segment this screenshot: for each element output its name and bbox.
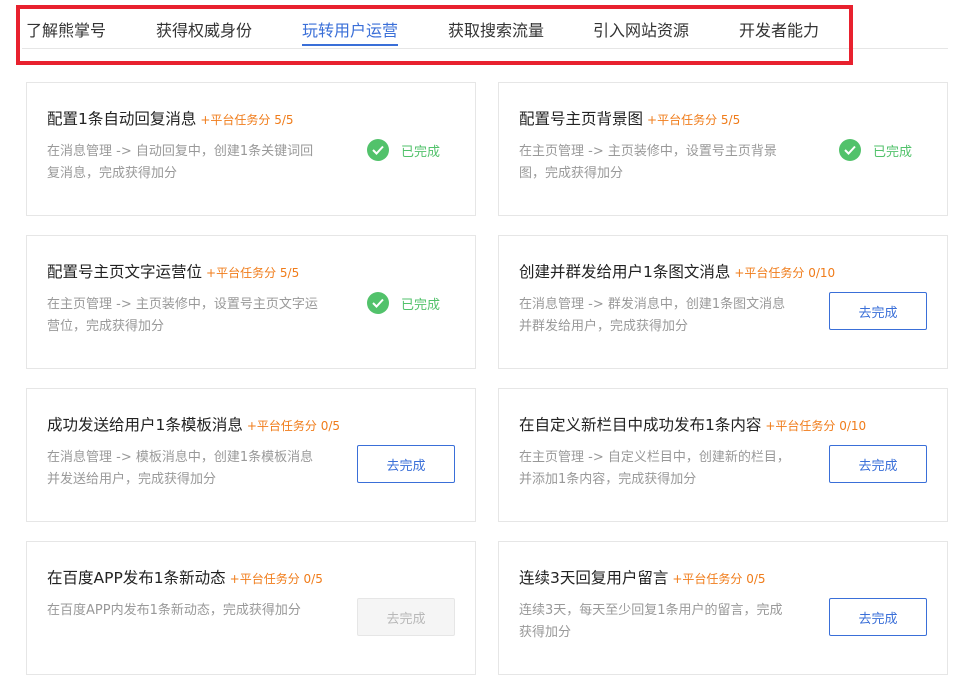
task-points: +平台任务分 0/5 xyxy=(246,419,341,433)
task-title: 配置号主页文字运营位 +平台任务分 5/5 xyxy=(47,263,300,281)
task-status: 已完成 xyxy=(366,138,440,162)
task-title: 创建并群发给用户1条图文消息 +平台任务分 0/10 xyxy=(519,263,836,281)
task-card: 配置号主页背景图 +平台任务分 5/5 在主页管理 -> 主页装修中，设置号主页背… xyxy=(498,82,948,216)
task-title: 在百度APP发布1条新动态 +平台任务分 0/5 xyxy=(47,569,323,587)
task-card: 成功发送给用户1条模板消息 +平台任务分 0/5 在消息管理 -> 模板消息中，创… xyxy=(26,388,476,522)
task-points: +平台任务分 0/10 xyxy=(734,266,836,280)
task-card: 在百度APP发布1条新动态 +平台任务分 0/5 在百度APP内发布1条新动态，完… xyxy=(26,541,476,675)
go-complete-button[interactable]: 去完成 xyxy=(829,292,927,330)
task-description: 在消息管理 -> 自动回复中，创建1条关键词回复消息，完成获得加分 xyxy=(47,144,314,181)
task-points: +平台任务分 5/5 xyxy=(200,113,294,127)
task-title: 成功发送给用户1条模板消息 +平台任务分 0/5 xyxy=(47,416,341,434)
task-title: 连续3天回复用户留言 +平台任务分 0/5 xyxy=(519,569,766,587)
task-points: +平台任务分 0/5 xyxy=(229,572,323,586)
task-points: +平台任务分 0/10 xyxy=(765,419,867,433)
task-status-label: 已完成 xyxy=(872,144,912,160)
tab-bar-highlight-box xyxy=(16,5,853,65)
task-card: 配置号主页文字运营位 +平台任务分 5/5 在主页管理 -> 主页装修中，设置号主… xyxy=(26,235,476,369)
task-status-label: 已完成 xyxy=(400,297,440,313)
task-points: +平台任务分 5/5 xyxy=(206,266,300,280)
go-complete-button-disabled: 去完成 xyxy=(357,598,455,636)
task-description: 在消息管理 -> 模板消息中，创建1条模板消息并发送给用户，完成获得加分 xyxy=(47,450,314,487)
check-circle-icon xyxy=(366,139,389,161)
go-complete-button[interactable]: 去完成 xyxy=(829,445,927,483)
go-complete-button[interactable]: 去完成 xyxy=(357,445,455,483)
task-status: 已完成 xyxy=(838,138,912,162)
task-card: 创建并群发给用户1条图文消息 +平台任务分 0/10 在消息管理 -> 群发消息中… xyxy=(498,235,948,369)
check-circle-icon xyxy=(838,139,861,161)
task-title: 在自定义新栏目中成功发布1条内容 +平台任务分 0/10 xyxy=(519,416,867,434)
task-description: 在百度APP内发布1条新动态，完成获得加分 xyxy=(47,603,301,618)
task-points: +平台任务分 5/5 xyxy=(647,113,741,127)
task-description: 在主页管理 -> 自定义栏目中，创建新的栏目，并添加1条内容，完成获得加分 xyxy=(519,450,790,487)
task-description: 连续3天，每天至少回复1条用户的留言，完成获得加分 xyxy=(519,603,783,640)
task-description: 在主页管理 -> 主页装修中，设置号主页背景图，完成获得加分 xyxy=(519,144,777,181)
task-status: 已完成 xyxy=(366,291,440,315)
task-card: 连续3天回复用户留言 +平台任务分 0/5 连续3天，每天至少回复1条用户的留言，… xyxy=(498,541,948,675)
task-card: 在自定义新栏目中成功发布1条内容 +平台任务分 0/10 在主页管理 -> 自定义… xyxy=(498,388,948,522)
task-description: 在消息管理 -> 群发消息中，创建1条图文消息并群发给用户，完成获得加分 xyxy=(519,297,786,334)
task-title: 配置1条自动回复消息 +平台任务分 5/5 xyxy=(47,110,294,128)
go-complete-button[interactable]: 去完成 xyxy=(829,598,927,636)
check-circle-icon xyxy=(366,292,389,314)
task-title: 配置号主页背景图 +平台任务分 5/5 xyxy=(519,110,741,128)
task-card: 配置1条自动回复消息 +平台任务分 5/5 在消息管理 -> 自动回复中，创建1条… xyxy=(26,82,476,216)
task-description: 在主页管理 -> 主页装修中，设置号主页文字运营位，完成获得加分 xyxy=(47,297,318,334)
task-status-label: 已完成 xyxy=(400,144,440,160)
task-points: +平台任务分 0/5 xyxy=(672,572,766,586)
